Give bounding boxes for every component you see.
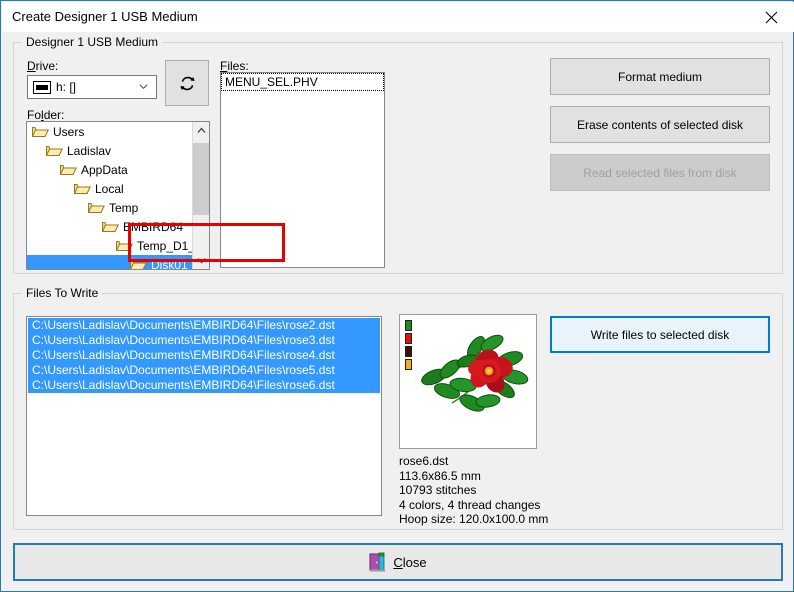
folder-label: Folder:: [27, 108, 65, 122]
window-close-button[interactable]: [748, 2, 794, 32]
design-preview: [399, 314, 537, 449]
folder-open-icon: [88, 201, 105, 214]
medium-group-legend: Designer 1 USB Medium: [22, 35, 163, 49]
drive-select[interactable]: h: []: [27, 75, 157, 99]
close-button[interactable]: Close: [13, 543, 783, 581]
folder-tree-item-label: Local: [95, 181, 124, 196]
scroll-down-button[interactable]: [193, 252, 209, 269]
folder-tree-item-label: EMBIRD64: [123, 219, 184, 234]
folder-tree-item[interactable]: AppData: [27, 160, 192, 179]
files-label: Files:: [220, 59, 249, 73]
folder-tree-item-label: AppData: [81, 162, 128, 177]
folder-tree-item-label: Disk01: [151, 257, 188, 270]
design-info: rose6.dst 113.6x86.5 mm 10793 stitches 4…: [399, 454, 548, 527]
red-rose-embroidery-image: [421, 334, 529, 412]
files-to-write-row[interactable]: C:\Users\Ladislav\Documents\EMBIRD64\Fil…: [28, 363, 380, 378]
folder-tree-item[interactable]: Temp: [27, 198, 192, 217]
folder-tree-item[interactable]: Local: [27, 179, 192, 198]
folder-open-icon: [102, 220, 119, 233]
drive-value: h: []: [56, 80, 77, 94]
erase-contents-button[interactable]: Erase contents of selected disk: [550, 106, 770, 143]
write-files-button[interactable]: Write files to selected disk: [550, 316, 770, 353]
chevron-down-icon: [139, 84, 148, 90]
folder-tree-item-label: Ladislav: [67, 143, 112, 158]
folder-tree-scrollbar[interactable]: [192, 122, 209, 269]
folder-tree-item-label: Users: [53, 124, 85, 139]
chevron-down-icon: [197, 258, 206, 264]
design-stitches: 10793 stitches: [399, 483, 477, 497]
format-medium-button[interactable]: Format medium: [550, 58, 770, 95]
folder-open-icon: [116, 239, 133, 252]
drive-icon: [33, 80, 51, 94]
files-to-write-listbox[interactable]: C:\Users\Ladislav\Documents\EMBIRD64\Fil…: [26, 316, 382, 516]
folder-tree-item-label: Temp: [109, 200, 139, 215]
folder-tree-item[interactable]: Ladislav: [27, 141, 192, 160]
design-colors: 4 colors, 4 thread changes: [399, 497, 541, 512]
exit-door-icon: [369, 552, 386, 572]
folder-open-icon: [32, 125, 49, 138]
chevron-up-icon: [197, 127, 206, 133]
files-list-item[interactable]: MENU_SEL.PHV: [221, 73, 384, 91]
folder-tree-item[interactable]: Users: [27, 122, 192, 141]
close-x-icon: [765, 11, 777, 23]
folder-tree-item[interactable]: Disk01: [27, 255, 192, 269]
scroll-up-button[interactable]: [193, 122, 209, 139]
design-hoop: Hoop size: 120.0x100.0 mm: [399, 512, 549, 526]
files-to-write-row[interactable]: C:\Users\Ladislav\Documents\EMBIRD64\Fil…: [28, 378, 380, 393]
scrollbar-thumb[interactable]: [193, 143, 209, 215]
folder-tree-item-label: Temp_D1_USB: [137, 238, 192, 253]
write-group-legend: Files To Write: [22, 286, 103, 300]
dialog-window: Create Designer 1 USB Medium Designer 1 …: [0, 0, 794, 592]
folder-open-icon: [130, 258, 147, 269]
files-to-write-row[interactable]: C:\Users\Ladislav\Documents\EMBIRD64\Fil…: [28, 348, 380, 363]
read-files-button: Read selected files from disk: [550, 154, 770, 191]
files-to-write-row[interactable]: C:\Users\Ladislav\Documents\EMBIRD64\Fil…: [28, 333, 380, 348]
refresh-icon: [179, 76, 195, 90]
files-listbox[interactable]: MENU_SEL.PHV: [220, 72, 385, 268]
design-name: rose6.dst: [399, 454, 449, 468]
drive-label: Drive:: [27, 59, 59, 73]
folder-tree-item[interactable]: Temp_D1_USB: [27, 236, 192, 255]
refresh-button[interactable]: [165, 60, 209, 106]
window-title: Create Designer 1 USB Medium: [12, 9, 198, 24]
folder-open-icon: [46, 144, 63, 157]
design-size: 113.6x86.5 mm: [399, 468, 481, 483]
folder-open-icon: [60, 163, 77, 176]
folder-tree-item[interactable]: EMBIRD64: [27, 217, 192, 236]
files-to-write-row[interactable]: C:\Users\Ladislav\Documents\EMBIRD64\Fil…: [28, 318, 380, 333]
title-bar: Create Designer 1 USB Medium: [2, 2, 794, 32]
folder-tree[interactable]: Users Ladislav AppData Local Temp EMBIRD64 Tem…: [26, 121, 210, 270]
folder-open-icon: [74, 182, 91, 195]
close-button-label: Close: [393, 554, 427, 570]
